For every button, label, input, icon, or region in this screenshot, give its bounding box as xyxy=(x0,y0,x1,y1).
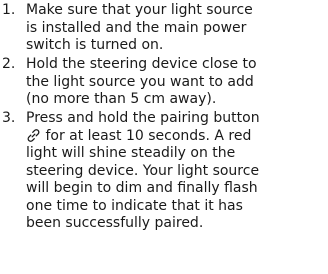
step-text-line: is installed and the main power xyxy=(26,19,247,36)
step-text-line: Hold the steering device close to xyxy=(26,56,257,72)
step-text-line: Make sure that your light source xyxy=(26,2,253,18)
step-3: 3. Press and hold the pairing button for… xyxy=(0,110,328,270)
step-text-line: (no more than 5 cm away). xyxy=(26,91,217,107)
step-text-line: one time to indicate that it has xyxy=(26,197,243,214)
step-text-line: been successfully paired. xyxy=(26,215,204,231)
step-number: 1. xyxy=(2,2,16,18)
step-text-line: switch is turned on. xyxy=(26,37,164,53)
step-2: 2. Hold the steering device close to the… xyxy=(0,56,328,110)
step-text-line: the light source you want to add xyxy=(26,73,254,90)
step-1: 1. Make sure that your light source is i… xyxy=(0,2,328,56)
step-text-line: steering device. Your light source xyxy=(26,162,260,179)
instructions-list: 1. Make sure that your light source is i… xyxy=(0,0,328,274)
step-number: 3. xyxy=(2,110,16,126)
step-text-line-with-icon: for at least 10 seconds. A red xyxy=(26,128,251,146)
step-number: 2. xyxy=(2,56,16,72)
step-text-line: Press and hold the pairing button xyxy=(26,110,260,126)
step-text-line: will begin to dim and finally flash xyxy=(26,180,258,196)
step-text-line: light will shine steadily on the xyxy=(26,145,236,161)
step-text-segment: for at least 10 seconds. A red xyxy=(41,127,252,144)
link-icon xyxy=(26,128,41,143)
